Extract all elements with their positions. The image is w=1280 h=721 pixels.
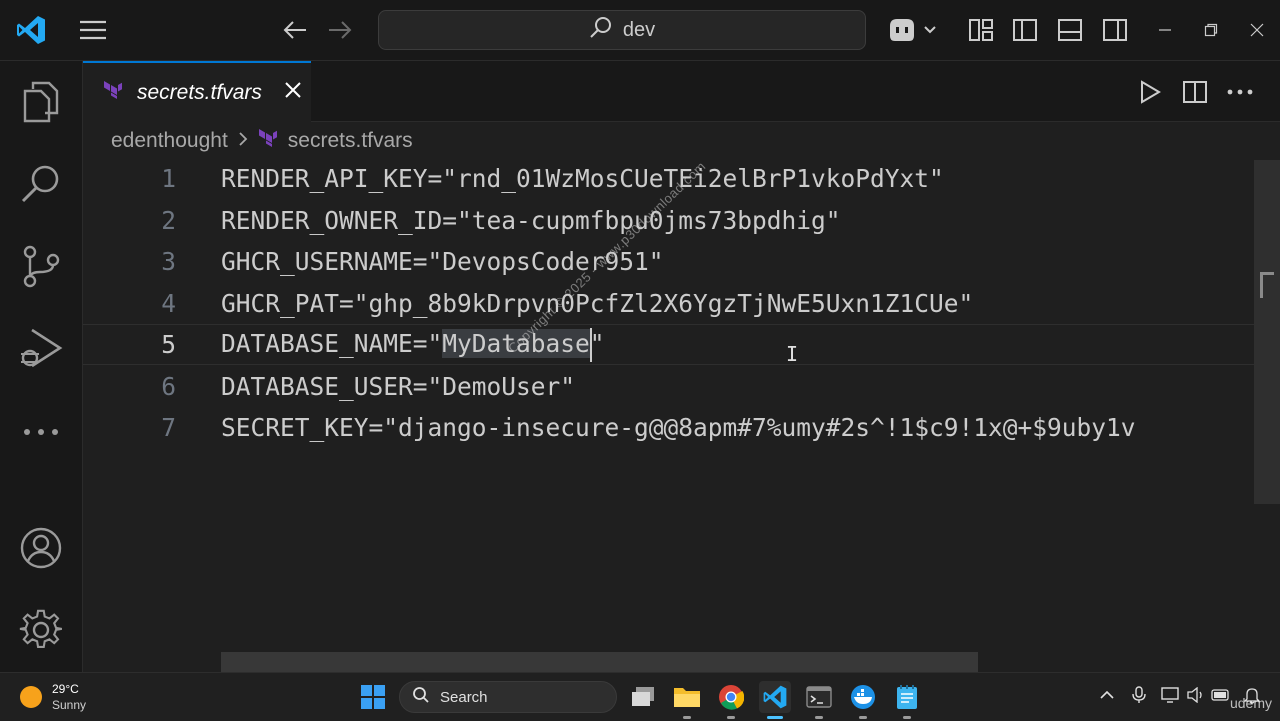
split-editor-icon[interactable]: [1180, 77, 1210, 107]
source-control-icon[interactable]: [0, 235, 82, 297]
battery-icon[interactable]: [1210, 685, 1232, 705]
horizontal-scrollbar[interactable]: [221, 652, 978, 672]
terminal-icon[interactable]: [803, 681, 835, 719]
search-icon: [412, 686, 430, 708]
customize-layout-icon[interactable]: [966, 16, 996, 44]
code-line-current[interactable]: 5 DATABASE_NAME="MyDatabase": [83, 324, 1280, 365]
code-text: GHCR_PAT="ghp_8b9kDrpvn0PcfZl2X6YgzTjNwE…: [221, 288, 974, 318]
microphone-icon[interactable]: [1130, 685, 1148, 705]
display-icon[interactable]: [1160, 685, 1182, 705]
line-number: 2: [161, 205, 176, 235]
weather-widget[interactable]: 29°C Sunny: [20, 681, 86, 713]
more-views-icon[interactable]: [0, 401, 82, 463]
terraform-file-icon: [103, 80, 123, 105]
code-line[interactable]: 7 SECRET_KEY="django-insecure-g@@8apm#7%…: [83, 407, 1280, 448]
terraform-file-icon: [258, 128, 278, 154]
udemy-watermark: udemy: [1229, 695, 1272, 711]
notepad-icon[interactable]: [891, 681, 923, 719]
forward-arrow-icon[interactable]: [325, 16, 355, 44]
code-editor[interactable]: 1 RENDER_API_KEY="rnd_01WzMosCUeTEi2elBr…: [83, 158, 1280, 672]
code-line[interactable]: 2 RENDER_OWNER_ID="tea-cupmfbpu0jms73bpd…: [83, 200, 1280, 241]
line-number: 4: [161, 288, 176, 318]
breadcrumb-file[interactable]: secrets.tfvars: [288, 129, 413, 153]
chevron-right-icon: [238, 129, 248, 153]
code-line[interactable]: 3 GHCR_USERNAME="DevopsCoder951": [83, 241, 1280, 282]
code-text: DATABASE_USER="DemoUser": [221, 371, 576, 401]
title-bar: dev: [0, 0, 1280, 61]
close-tab-icon[interactable]: [284, 81, 302, 104]
toggle-primary-sidebar-icon[interactable]: [1010, 16, 1040, 44]
vscode-taskbar-icon[interactable]: [759, 681, 791, 719]
taskbar-search[interactable]: Search: [399, 681, 617, 713]
run-and-debug-icon[interactable]: [0, 317, 82, 379]
taskbar-search-label: Search: [440, 688, 488, 706]
code-line[interactable]: 6 DATABASE_USER="DemoUser": [83, 366, 1280, 407]
weather-temp: 29°C: [52, 682, 79, 696]
editor-tab-bar: secrets.tfvars: [83, 61, 1280, 122]
file-explorer-icon[interactable]: [671, 681, 703, 719]
command-center-search[interactable]: dev: [378, 10, 866, 50]
chrome-icon[interactable]: [715, 681, 747, 719]
code-text: RENDER_API_KEY="rnd_01WzMosCUeTEi2elBrP1…: [221, 164, 944, 193]
docker-icon[interactable]: [847, 681, 879, 719]
code-text: DATABASE_NAME="MyDatabase": [221, 327, 605, 362]
menu-icon[interactable]: [76, 16, 110, 44]
volume-icon[interactable]: [1185, 685, 1207, 705]
vertical-scrollbar[interactable]: [1254, 160, 1280, 504]
windows-taskbar: 29°C Sunny Search udemy: [0, 672, 1280, 721]
scrollbar-cursor-marker: [1260, 272, 1274, 298]
breadcrumb: edenthought secrets.tfvars: [111, 125, 413, 157]
code-text: RENDER_OWNER_ID="tea-cupmfbpu0jms73bpdhi…: [221, 205, 841, 235]
accounts-icon[interactable]: [0, 517, 82, 579]
breadcrumb-folder[interactable]: edenthought: [111, 129, 228, 153]
weather-desc: Sunny: [52, 698, 87, 712]
line-number: 1: [161, 164, 176, 193]
manage-gear-icon[interactable]: [0, 599, 82, 661]
search-icon: [589, 15, 613, 45]
search-view-icon[interactable]: [0, 153, 82, 215]
explorer-icon[interactable]: [0, 71, 82, 133]
toggle-panel-icon[interactable]: [1055, 16, 1085, 44]
start-button[interactable]: [357, 681, 389, 713]
code-line[interactable]: 4 GHCR_PAT="ghp_8b9kDrpvn0PcfZl2X6YgzTjN…: [83, 283, 1280, 324]
tab-secrets-tfvars[interactable]: secrets.tfvars: [83, 61, 311, 122]
close-window-icon[interactable]: [1242, 18, 1272, 42]
line-number: 5: [161, 330, 176, 359]
activity-bar: [0, 61, 83, 672]
vscode-logo-icon: [14, 14, 48, 46]
minimize-icon[interactable]: [1150, 18, 1180, 42]
run-icon[interactable]: [1135, 77, 1165, 107]
mouse-ibeam-cursor-icon: I: [786, 342, 799, 366]
sun-icon: [20, 686, 42, 708]
toggle-secondary-sidebar-icon[interactable]: [1100, 16, 1130, 44]
more-actions-icon[interactable]: [1225, 77, 1255, 107]
search-text: dev: [622, 18, 656, 41]
tab-label: secrets.tfvars: [137, 80, 262, 104]
line-number: 3: [161, 247, 176, 276]
restore-icon[interactable]: [1196, 18, 1226, 42]
code-text: SECRET_KEY="django-insecure-g@@8apm#7%um…: [221, 413, 1136, 442]
line-number: 7: [161, 413, 176, 442]
chevron-up-icon[interactable]: [1098, 685, 1116, 705]
copilot-icon[interactable]: [886, 16, 938, 44]
task-view-icon[interactable]: [627, 681, 659, 713]
back-arrow-icon[interactable]: [280, 16, 310, 44]
line-number: 6: [161, 371, 176, 401]
